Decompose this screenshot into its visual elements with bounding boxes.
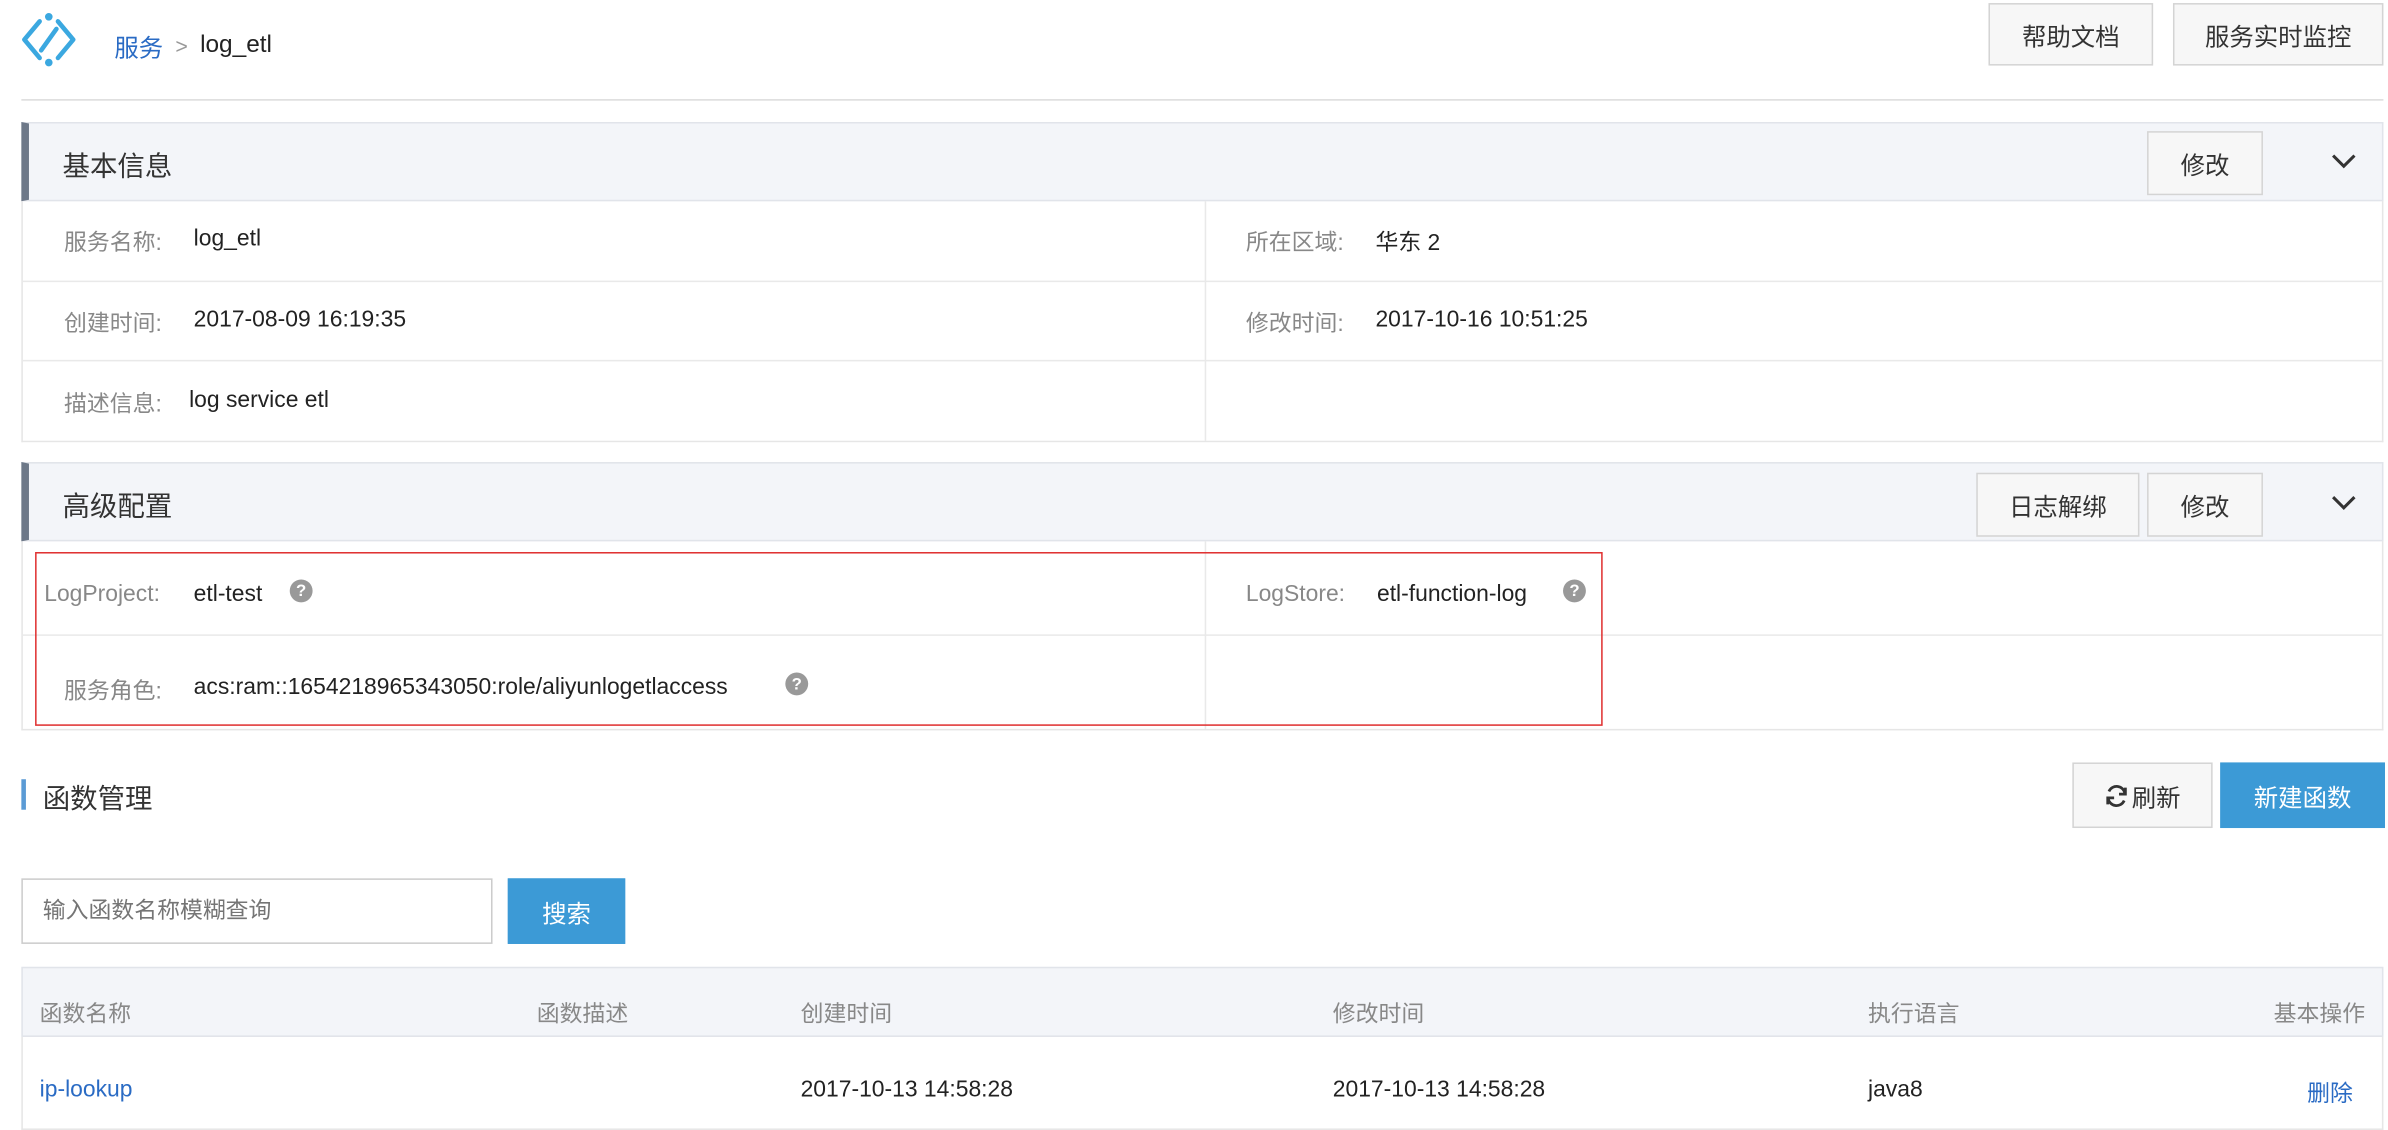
unbind-log-button[interactable]: 日志解绑 [1976, 472, 2140, 537]
functions-table: 函数名称 函数描述 创建时间 修改时间 执行语言 基本操作 ip-lookup … [21, 966, 2384, 1130]
description-value: log service etl [189, 387, 329, 414]
chevron-down-icon [2332, 496, 2356, 510]
section-accent-bar [21, 779, 26, 810]
delete-function-link[interactable]: 删除 [2307, 1077, 2353, 1109]
basic-info-edit-button[interactable]: 修改 [2147, 131, 2263, 196]
basic-info-collapse-toggle[interactable] [2313, 131, 2374, 192]
modified-time-label: 修改时间: [1245, 311, 1344, 338]
function-search-input[interactable] [21, 878, 493, 944]
column-header-runtime: 执行语言 [1868, 1001, 1960, 1028]
column-header-actions: 基本操作 [2273, 1001, 2366, 1028]
advanced-config-title: 高级配置 [62, 491, 173, 522]
column-header-modified: 修改时间 [1332, 1001, 1425, 1028]
function-name-link[interactable]: ip-lookup [40, 1077, 133, 1103]
logo-icon[interactable] [18, 9, 79, 70]
basic-info-header: 基本信息 [21, 121, 2384, 202]
breadcrumb-root-link[interactable]: 服务 [114, 27, 163, 64]
column-divider [1204, 201, 1207, 441]
advanced-config-collapse-toggle[interactable] [2313, 473, 2374, 534]
function-runtime: java8 [1868, 1076, 1923, 1103]
breadcrumb-current: log_etl [200, 32, 272, 58]
service-name-label: 服务名称: [64, 230, 162, 257]
created-time-value: 2017-08-09 16:19:35 [193, 306, 407, 333]
region-value: 华东 2 [1375, 230, 1441, 257]
functions-title: 函数管理 [42, 783, 153, 815]
help-docs-button[interactable]: 帮助文档 [1988, 3, 2154, 66]
column-header-name: 函数名称 [39, 1001, 132, 1028]
created-time-label: 创建时间: [64, 311, 162, 338]
breadcrumb: 服务 > log_etl [114, 27, 272, 64]
function-created-time: 2017-10-13 14:58:28 [800, 1076, 1013, 1103]
column-header-description: 函数描述 [536, 1001, 629, 1028]
header-divider [21, 99, 2384, 101]
table-header [21, 966, 2384, 1037]
refresh-icon [2106, 784, 2127, 807]
modified-time-value: 2017-10-16 10:51:25 [1375, 306, 1588, 333]
new-function-button[interactable]: 新建函数 [2220, 762, 2385, 829]
column-header-created: 创建时间 [800, 1001, 893, 1028]
chevron-down-icon [2332, 154, 2356, 169]
service-name-value: log_etl [193, 225, 262, 252]
basic-info-title: 基本信息 [62, 150, 173, 182]
refresh-button[interactable]: 刷新 [2072, 762, 2213, 829]
search-button[interactable]: 搜索 [507, 878, 626, 944]
basic-info-body: 服务名称: log_etl 所在区域: 华东 2 创建时间: 2017-08-0… [21, 201, 2384, 443]
refresh-label: 刷新 [2131, 786, 2181, 813]
table-row [21, 1036, 2384, 1130]
row-divider [22, 359, 2382, 362]
breadcrumb-separator: > [175, 33, 188, 58]
highlight-box [35, 552, 1603, 726]
realtime-monitor-button[interactable]: 服务实时监控 [2172, 3, 2384, 66]
row-divider [22, 280, 2382, 283]
region-label: 所在区域: [1245, 230, 1344, 257]
function-modified-time: 2017-10-13 14:58:28 [1332, 1076, 1546, 1103]
description-label: 描述信息: [64, 391, 162, 418]
advanced-config-edit-button[interactable]: 修改 [2147, 472, 2263, 537]
